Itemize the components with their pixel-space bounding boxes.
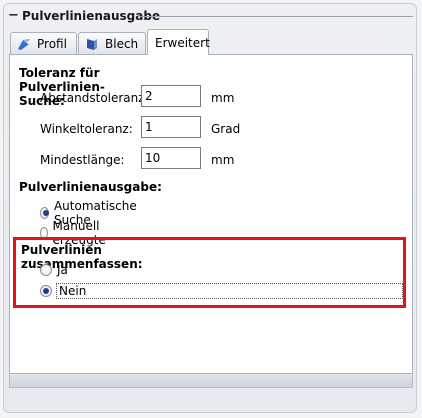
radio-button[interactable] [40,227,48,239]
radio-ja[interactable]: Ja [40,263,68,277]
angle-unit: Grad [211,122,241,136]
tab-blech[interactable]: Blech [78,32,146,55]
distance-tolerance-input[interactable] [141,85,201,107]
radio-label: Nein [56,283,403,299]
tab-erweitert[interactable]: Erweitert [147,29,210,55]
min-length-input[interactable] [141,147,201,169]
panel-footer [9,375,413,388]
collapse-icon[interactable]: − [8,9,19,22]
tab-label: Blech [105,37,139,51]
distance-label: Abstandstoleranz: [40,91,149,105]
sheet-metal-icon [85,37,99,51]
output-heading: Pulverlinienausgabe: [19,180,162,194]
radio-button[interactable] [40,285,52,297]
radio-nein[interactable]: Nein [40,283,403,299]
profile-icon [17,37,31,51]
angle-label: Winkeltoleranz: [40,122,133,136]
radio-label: Ja [57,263,68,277]
radio-button[interactable] [40,207,49,219]
radio-button[interactable] [40,264,52,276]
min-length-label: Mindestlänge: [40,153,125,167]
tab-label: Erweitert [155,35,210,50]
tab-label: Profil [37,37,67,51]
angle-tolerance-input[interactable] [141,116,201,138]
group-divider [138,16,413,17]
min-length-unit: mm [211,153,235,167]
distance-unit: mm [211,91,235,105]
tab-profil[interactable]: Profil [10,32,77,55]
